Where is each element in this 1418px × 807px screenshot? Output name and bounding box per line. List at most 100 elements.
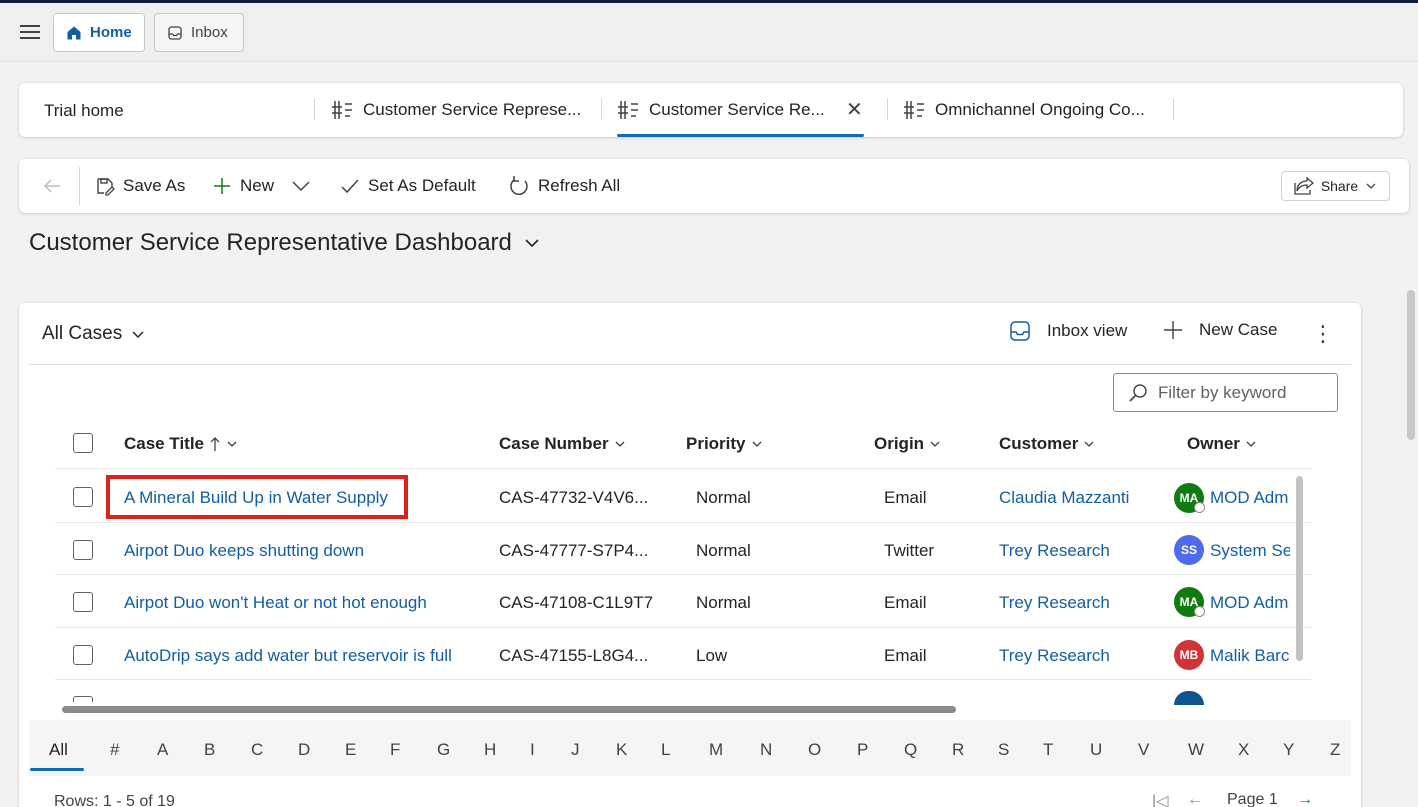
alphabet-letter[interactable]: G (437, 740, 450, 760)
case-title-link[interactable]: Airpot Duo won't Heat or not hot enough (124, 593, 427, 613)
case-title-link[interactable]: Airpot Duo keeps shutting down (124, 541, 364, 561)
column-label: Priority (686, 434, 746, 453)
alphabet-letter[interactable]: I (530, 740, 535, 760)
menu-icon[interactable] (20, 25, 40, 39)
row-checkbox[interactable] (73, 645, 93, 665)
chevron-down-icon (1083, 438, 1095, 450)
set-as-default-button[interactable]: Set As Default (340, 159, 476, 213)
close-icon[interactable]: ✕ (846, 97, 863, 122)
alphabet-letter[interactable]: M (709, 740, 723, 760)
session-home[interactable]: Trial home (44, 101, 124, 121)
alphabet-letter[interactable]: X (1238, 740, 1249, 760)
session-tab-1[interactable]: Customer Service Represe... (331, 83, 581, 137)
alphabet-letter[interactable]: Q (904, 740, 917, 760)
dashboard-icon (903, 99, 925, 121)
inbox-view-button[interactable]: Inbox view (1009, 320, 1127, 342)
alphabet-letter[interactable]: A (157, 740, 168, 760)
active-tab-indicator (617, 134, 864, 137)
alphabet-letter[interactable]: W (1188, 740, 1204, 760)
row-checkbox[interactable] (73, 696, 93, 702)
select-all-checkbox[interactable] (73, 433, 93, 453)
row-checkbox[interactable] (73, 487, 93, 507)
column-header-case-title[interactable]: Case Title (124, 429, 238, 459)
owner-link[interactable]: System Se (1210, 541, 1290, 561)
session-tab-3[interactable]: Omnichannel Ongoing Co... (903, 83, 1145, 137)
alphabet-letter[interactable]: K (616, 740, 627, 760)
alphabet-letter[interactable]: T (1043, 740, 1053, 760)
previous-page-icon[interactable]: ← (1187, 791, 1203, 807)
alphabet-letter[interactable]: F (390, 740, 400, 760)
share-button[interactable]: Share (1281, 171, 1390, 201)
priority: Normal (696, 488, 751, 507)
column-header-owner[interactable]: Owner (1187, 429, 1257, 459)
column-header-customer[interactable]: Customer (999, 429, 1095, 459)
next-page-icon[interactable]: → (1297, 791, 1313, 807)
column-header-priority[interactable]: Priority (686, 429, 763, 459)
session-tab-1-label: Customer Service Represe... (363, 100, 582, 119)
case-number: CAS-47732-V4V6... (499, 488, 649, 507)
owner-link[interactable]: MOD Adm (1210, 488, 1290, 508)
column-header-origin[interactable]: Origin (874, 429, 941, 459)
vertical-scrollbar[interactable] (1296, 476, 1303, 661)
active-letter-indicator (30, 768, 84, 771)
column-label: Owner (1187, 434, 1240, 453)
alphabet-letter[interactable]: Y (1283, 740, 1294, 760)
owner-link[interactable]: Malik Barc (1210, 646, 1290, 666)
alphabet-letter[interactable]: J (571, 740, 580, 760)
divider (55, 522, 1311, 523)
priority: Normal (696, 541, 751, 560)
alphabet-letter[interactable]: # (110, 740, 119, 760)
page-title[interactable]: Customer Service Representative Dashboar… (29, 229, 540, 257)
chevron-down-icon (292, 181, 310, 192)
back-button[interactable] (41, 159, 71, 213)
new-dropdown-button[interactable] (291, 159, 319, 213)
alphabet-letter[interactable]: V (1138, 740, 1149, 760)
case-title-link[interactable]: AutoDrip says add water but reservoir is… (124, 646, 452, 666)
alphabet-letter[interactable]: All (49, 740, 68, 760)
priority: Normal (696, 593, 751, 612)
alphabet-letter[interactable]: P (857, 740, 868, 760)
alphabet-letter[interactable]: D (298, 740, 310, 760)
column-label: Case Title (124, 434, 205, 453)
horizontal-scrollbar[interactable] (62, 706, 956, 713)
view-title: All Cases (42, 323, 123, 344)
presence-icon (1194, 606, 1205, 617)
column-label: Customer (999, 434, 1079, 453)
new-case-button[interactable]: New Case (1163, 320, 1277, 340)
divider (1173, 98, 1174, 120)
view-selector[interactable]: All Cases (42, 323, 145, 345)
alphabet-letter[interactable]: C (251, 740, 263, 760)
first-page-icon[interactable]: |◁ (1152, 791, 1168, 807)
divider (314, 98, 315, 120)
more-options-icon[interactable]: ⋮ (1312, 321, 1334, 347)
session-tab-2[interactable]: Customer Service Re... ✕ (617, 83, 869, 137)
app-tab-home[interactable]: Home (53, 13, 145, 52)
row-checkbox[interactable] (73, 592, 93, 612)
customer-link[interactable]: Trey Research (999, 593, 1110, 613)
alphabet-letter[interactable]: U (1090, 740, 1102, 760)
cases-grid: All Cases Inbox view New Case ⋮ Filter b… (19, 303, 1361, 807)
alphabet-letter[interactable]: R (952, 740, 964, 760)
alphabet-letter[interactable]: B (204, 740, 215, 760)
save-as-button[interactable]: Save As (95, 159, 185, 213)
filter-input[interactable]: Filter by keyword (1113, 373, 1338, 412)
customer-link[interactable]: Claudia Mazzanti (999, 488, 1129, 508)
customer-link[interactable]: Trey Research (999, 541, 1110, 561)
owner-link[interactable]: MOD Adm (1210, 593, 1290, 613)
page-scrollbar[interactable] (1407, 290, 1415, 440)
column-header-case-number[interactable]: Case Number (499, 429, 626, 459)
alphabet-letter[interactable]: S (998, 740, 1009, 760)
avatar: MB (1174, 640, 1204, 670)
new-button[interactable]: New (212, 159, 274, 213)
chevron-down-icon (614, 438, 626, 450)
alphabet-letter[interactable]: E (345, 740, 356, 760)
alphabet-letter[interactable]: N (760, 740, 772, 760)
alphabet-letter[interactable]: H (484, 740, 496, 760)
customer-link[interactable]: Trey Research (999, 646, 1110, 666)
refresh-all-button[interactable]: Refresh All (508, 159, 620, 213)
alphabet-letter[interactable]: O (808, 740, 821, 760)
alphabet-letter[interactable]: L (661, 740, 670, 760)
app-tab-inbox[interactable]: Inbox (154, 13, 244, 52)
alphabet-letter[interactable]: Z (1330, 740, 1340, 760)
row-checkbox[interactable] (73, 540, 93, 560)
